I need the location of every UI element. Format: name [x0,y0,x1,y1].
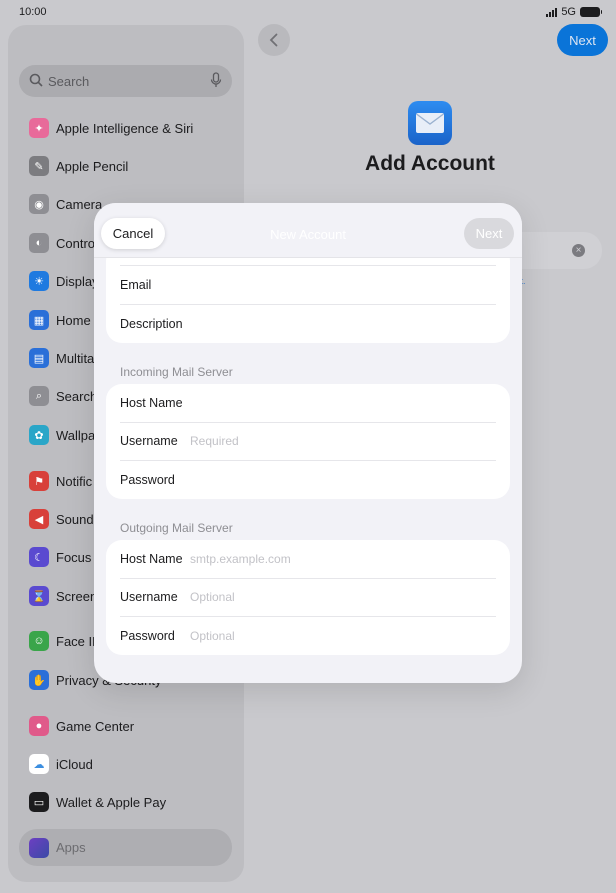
sidebar-item-label: Notific [56,473,93,489]
sidebar-item-label: Game Center [56,718,135,734]
pencil-icon: ✎ [29,156,49,176]
sidebar-item-focus[interactable]: ☾ Focus [29,546,91,568]
sidebar-item-icloud[interactable]: ☁ iCloud [29,753,93,775]
email-row[interactable]: Email [120,266,496,304]
wallet-icon: ▭ [29,792,49,812]
cancel-button[interactable]: Cancel [101,218,165,249]
sidebar-item-multitasking[interactable]: ▤ Multita [29,347,94,369]
status-bar: 10:00 5G [0,0,616,24]
sidebar-item-apps[interactable]: Apps [19,829,232,866]
sidebar-item-apple-intelligence[interactable]: ✦ Apple Intelligence & Siri [29,117,193,139]
signal-icon [546,7,558,17]
sidebar-item-camera[interactable]: ◉ Camera [29,193,102,215]
account-group: Email Description [106,245,510,343]
sidebar-item-pencil[interactable]: ✎ Apple Pencil [29,155,128,177]
incoming-username-row[interactable]: Username Required [120,422,496,460]
status-right: 5G [546,6,602,18]
sounds-icon: ◀ [29,509,49,529]
face-id-icon: ☺ [29,631,49,651]
row-label: Username [120,590,178,604]
magnifier-icon [29,73,43,87]
sidebar-item-display[interactable]: ☀ Display [29,270,99,292]
incoming-server-group: Host Name Username Required Password [106,384,510,499]
sidebar-item-label: Apps [56,840,86,855]
description-row[interactable]: Description [120,305,496,343]
search-icon: ⌕ [29,386,49,406]
home-screen-icon: ▦ [29,310,49,330]
sidebar-item-wallpaper[interactable]: ✿ Wallpa [29,424,95,446]
password-placeholder: Optional [190,629,235,643]
sidebar-item-label: Apple Intelligence & Siri [56,120,194,136]
sidebar-item-face-id[interactable]: ☺ Face ID [29,630,102,652]
battery-icon [580,7,602,17]
game-center-icon: ● [29,716,49,736]
background-next-button[interactable]: Next [557,24,608,56]
add-account-title: Add Account [365,152,495,175]
outgoing-server-group: Host Name smtp.example.com Username Opti… [106,540,510,655]
row-label: Username [120,434,178,448]
sidebar-item-sounds[interactable]: ◀ Sounds [29,508,100,530]
sidebar-item-screen-time[interactable]: ⌛ Screen [29,585,97,607]
camera-icon: ◉ [29,194,49,214]
incoming-server-header: Incoming Mail Server [120,365,233,379]
row-label: Description [120,317,183,331]
sidebar-item-search[interactable]: ⌕ Search [29,385,97,407]
sidebar-item-notifications[interactable]: ⚑ Notific [29,470,92,492]
sidebar-item-label: Screen [56,588,98,604]
back-button[interactable] [258,24,290,56]
sidebar-item-label: Search [56,388,98,404]
privacy-icon: ✋ [29,670,49,690]
sidebar-item-label: iCloud [56,756,93,772]
display-icon: ☀ [29,271,49,291]
sidebar-item-label: Multita [56,350,95,366]
sheet-header: Cancel New Account Next [94,203,522,258]
incoming-host-name-row[interactable]: Host Name [120,384,496,422]
sidebar-item-label: Wallpa [56,427,96,443]
sheet-title: New Account [270,227,346,242]
sidebar-item-label: Focus [56,549,92,565]
sidebar-item-label: Wallet & Apple Pay [56,794,167,810]
sidebar-item-home-screen[interactable]: ▦ Home [29,309,91,331]
apple-intelligence-icon: ✦ [29,118,49,138]
sidebar-search-field[interactable]: Search [19,65,232,97]
chevron-left-icon [269,33,278,47]
row-label: Host Name [120,396,183,410]
mail-app-icon [408,101,452,145]
sidebar-item-wallet[interactable]: ▭ Wallet & Apple Pay [29,791,166,813]
control-centre-icon: ◐ [29,233,49,253]
incoming-password-row[interactable]: Password [120,461,496,499]
status-time: 10:00 [19,6,47,18]
network-label: 5G [561,6,576,18]
wallpaper-icon: ✿ [29,425,49,445]
row-label: Email [120,278,152,292]
sidebar-item-label: Apple Pencil [56,158,129,174]
host-name-placeholder: smtp.example.com [190,552,291,566]
microphone-icon[interactable] [210,72,222,88]
multitasking-icon: ▤ [29,348,49,368]
username-placeholder: Required [190,434,239,448]
row-label: Password [120,629,175,643]
screen-time-icon: ⌛ [29,586,49,606]
sheet-next-button[interactable]: Next [464,218,514,249]
sidebar-item-label: Home [56,312,91,328]
search-placeholder: Search [48,74,90,89]
sidebar-item-game-center[interactable]: ● Game Center [29,715,134,737]
outgoing-host-name-row[interactable]: Host Name smtp.example.com [120,540,496,578]
outgoing-password-row[interactable]: Password Optional [120,617,496,655]
row-label: Host Name [120,552,183,566]
icloud-icon: ☁ [29,754,49,774]
new-account-sheet: Cancel New Account Next Email Descriptio… [94,203,522,683]
row-label: Password [120,473,175,487]
outgoing-username-row[interactable]: Username Optional [120,578,496,616]
sidebar-item-label: Contro [56,235,96,251]
focus-icon: ☾ [29,547,49,567]
apps-icon [29,838,49,858]
username-placeholder: Optional [190,590,235,604]
clear-icon: × [572,244,585,257]
outgoing-server-header: Outgoing Mail Server [120,521,233,535]
sidebar-item-label: Display [56,273,99,289]
sidebar-item-control-centre[interactable]: ◐ Contro [29,232,95,254]
notifications-icon: ⚑ [29,471,49,491]
